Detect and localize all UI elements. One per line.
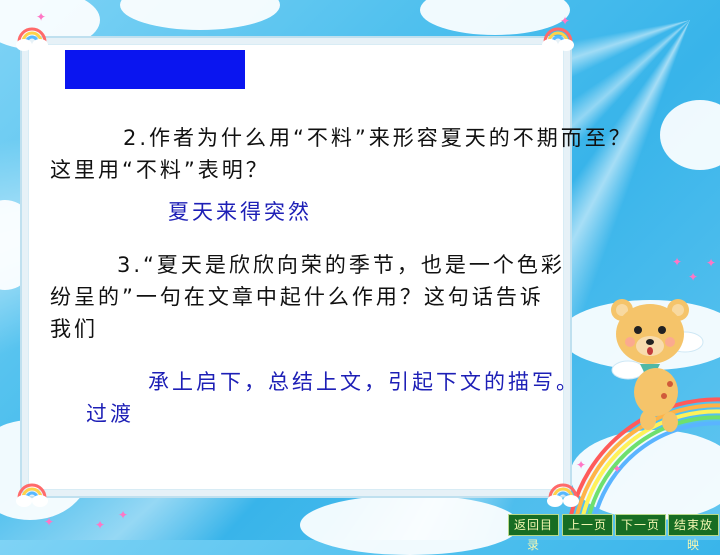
sparkle-icon: ✦ — [612, 462, 623, 476]
sparkle-icon: ✦ — [672, 255, 683, 269]
question-2-line-1: 2.作者为什么用“不料”来形容夏天的不期而至？ — [123, 126, 633, 150]
sparkle-icon: ✦ — [36, 10, 47, 24]
back-to-contents-button[interactable]: 返回目录 — [508, 514, 559, 552]
teddy-bear-illustration — [611, 299, 704, 432]
sparkle-icon: ✦ — [706, 256, 717, 270]
question-3-line-3: 我们 — [50, 317, 98, 341]
slide-title-box — [65, 50, 245, 89]
sparkle-icon: ✦ — [44, 515, 55, 529]
end-slideshow-button[interactable]: 结束放映 — [668, 514, 719, 552]
sparkle-icon: ✦ — [95, 518, 106, 532]
answer-3-line-2: 过渡 — [86, 402, 134, 426]
rainbow-cloud-icon — [16, 483, 48, 507]
answer-3-line-1: 承上启下，总结上文，引起下文的描写。 — [148, 370, 580, 394]
sparkle-icon: ✦ — [118, 508, 129, 522]
sparkle-icon: ✦ — [576, 458, 587, 472]
sparkle-icon: ✦ — [688, 270, 699, 284]
rainbow-cloud-icon — [547, 483, 579, 507]
cloud — [300, 495, 520, 555]
rainbow-cloud-icon — [16, 27, 48, 51]
previous-page-button[interactable]: 上一页 — [562, 514, 613, 536]
next-page-button[interactable]: 下一页 — [615, 514, 666, 536]
question-3-line-1: 3.“夏天是欣欣向荣的季节，也是一个色彩 — [117, 253, 565, 277]
sparkle-icon: ✦ — [560, 14, 571, 28]
question-2-line-2: 这里用“不料”表明？ — [50, 158, 270, 182]
question-3-line-2: 纷呈的”一句在文章中起什么作用？这句话告诉 — [50, 285, 544, 309]
rainbow-cloud-icon — [542, 27, 574, 51]
answer-2: 夏天来得突然 — [168, 200, 312, 224]
